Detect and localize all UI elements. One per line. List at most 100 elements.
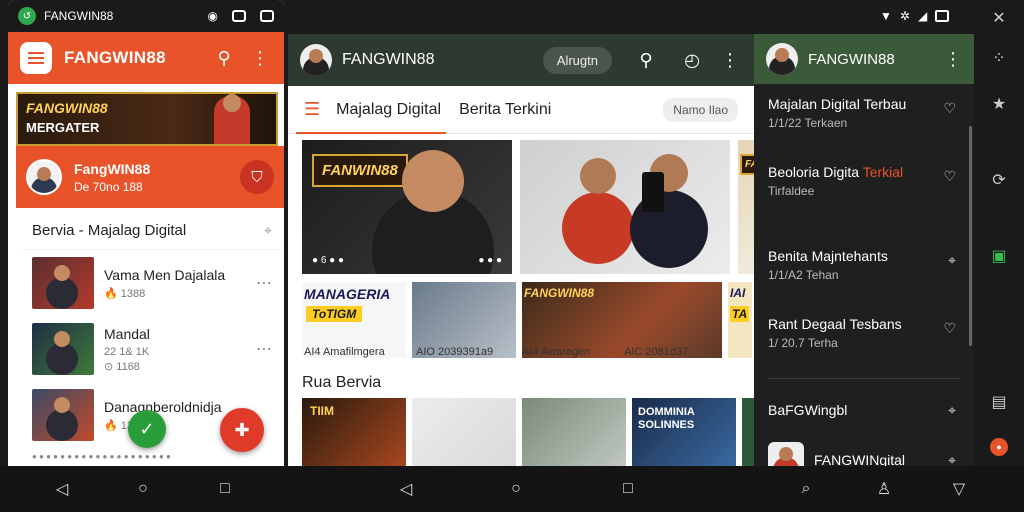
drawer-item[interactable]: Rant Degaal Tesbans 1/ 20.7 Terha ♡ [754, 304, 974, 372]
drawer-item-title: Benita Majntehants [768, 248, 888, 264]
pin-icon[interactable]: ⌖ [264, 222, 272, 239]
featured-card[interactable]: FANWIN88 ● 6 ● ● ● ● ● [302, 140, 512, 274]
heart-icon[interactable]: ♡ [943, 320, 956, 337]
drawer-title: FANGWIN88 [808, 50, 895, 68]
list-item-stat: 🔥 1388 [104, 287, 146, 300]
heart-icon[interactable]: ♡ [943, 168, 956, 185]
drawer-item-title: Rant Degaal Tesbans [768, 316, 902, 332]
tile[interactable]: TIIM [302, 398, 406, 466]
list-item-title: Mandal [104, 325, 150, 342]
drawer-row[interactable]: BaFGWingbl ⌖ [754, 385, 974, 435]
drawer-item-subtitle: 1/1/A2 Tehan [768, 268, 839, 282]
rotate-icon[interactable]: ⟳ [987, 168, 1011, 192]
record-icon[interactable]: ● [990, 438, 1008, 456]
close-icon[interactable]: ✕ [987, 6, 1011, 30]
featured-row: FANWIN88 ● 6 ● ● ● ● ● FANW [302, 140, 754, 274]
profile-text: FangWIN88 De 70no 188 [74, 161, 240, 194]
mini-caption: AIC 2081d37 [624, 346, 689, 358]
pin-icon[interactable]: ⌖ [948, 452, 956, 467]
main-title: FANGWIN88 [342, 51, 435, 68]
mini-card-title: MANAGERIA [304, 286, 391, 302]
tab-bar: ☰ Majalag Digital Berita Terkini Namo Il… [288, 86, 754, 134]
tile[interactable] [412, 398, 516, 466]
list-header: Bervia - Majalag Digital ⌖ [22, 208, 282, 250]
compass-icon[interactable]: ◴ [680, 48, 704, 72]
search-pill[interactable]: Namo Ilao [663, 97, 738, 122]
avatar[interactable] [766, 43, 798, 75]
mini-card[interactable]: IAI TA [728, 282, 752, 358]
list-item[interactable]: Vama Men Dajalala 🔥 1388 ⋯ [22, 250, 282, 316]
person-icon[interactable]: ♙ [872, 477, 896, 501]
more-horiz-icon[interactable]: ⋯ [256, 273, 272, 293]
tile[interactable] [522, 398, 626, 466]
back-icon[interactable]: ◁ [50, 477, 74, 501]
recents-icon[interactable]: □ [213, 477, 237, 501]
shield-icon[interactable]: ⛉ [240, 160, 274, 194]
profile-card[interactable]: FangWIN88 De 70no 188 ⛉ [16, 146, 284, 208]
list-item[interactable]: Mandal 22 1& 1K ⊙ 1168 ⋯ [22, 316, 282, 382]
screenshot-icon[interactable]: ▣ [987, 244, 1011, 268]
tile-label: TIIM [310, 404, 334, 418]
more-vert-icon[interactable]: ⋮ [944, 49, 962, 70]
check-fab-button[interactable]: ✓ [128, 410, 166, 448]
profile-name: FangWIN88 [74, 160, 151, 177]
mini-caption: AI4 Amafilmgera [304, 346, 385, 358]
more-horiz-icon[interactable]: ● ● ● [478, 255, 502, 266]
promo-banner[interactable]: FANGWIN88 MERGATER [16, 92, 278, 146]
tab-majalah-digital[interactable]: Majalag Digital [336, 101, 441, 119]
mini-card-title: IAI [730, 286, 746, 300]
banner-title: FANGWIN88 [26, 100, 108, 116]
search-icon[interactable]: ⚲ [212, 46, 236, 70]
search-icon[interactable]: ⚲ [634, 48, 658, 72]
heart-icon[interactable]: ♡ [943, 100, 956, 117]
pin-icon[interactable]: ⌖ [948, 402, 956, 419]
system-status: ▼ ✲ ◢ [880, 6, 970, 26]
thumbnail-image [32, 323, 94, 375]
app-header: FANGWIN88 ⚲ ⋮ [8, 32, 284, 84]
drawer-item[interactable]: Majalan Digital Terbau 1/1/22 Terkaen ♡ [754, 84, 974, 152]
drawer-row[interactable]: FANGWINgital ⌖ [754, 435, 974, 466]
more-vert-icon[interactable]: ⋮ [718, 48, 742, 72]
featured-card[interactable]: FANW [738, 140, 754, 274]
featured-card[interactable] [520, 140, 730, 274]
menu-icon[interactable] [20, 42, 52, 74]
login-button[interactable]: Alrugtn [542, 46, 612, 74]
list-title: Bervia - Majalag Digital [32, 222, 187, 239]
home-icon[interactable]: ○ [131, 477, 155, 501]
tile[interactable] [742, 398, 754, 466]
mini-caption: AI4 Awaregen [522, 346, 591, 358]
hamburger-icon[interactable]: ☰ [304, 99, 320, 120]
drawer-item[interactable]: Benita Majntehants 1/1/A2 Tehan ⌖ [754, 236, 974, 304]
app-title: FANGWIN88 [64, 48, 166, 67]
grid-icon[interactable]: ⁘ [987, 46, 1011, 70]
pin-icon[interactable]: ⌖ [948, 252, 956, 269]
more-horiz-icon[interactable]: ⋯ [256, 339, 272, 359]
bone-fab-button[interactable]: ✚ [220, 408, 264, 452]
back-icon[interactable]: ◁ [394, 477, 418, 501]
avatar [768, 442, 804, 466]
drawer-row-label: BaFGWingbl [768, 402, 848, 418]
avatar[interactable] [300, 44, 332, 76]
home-icon[interactable]: ○ [504, 477, 528, 501]
status-app-title: FANGWIN88 [44, 9, 114, 23]
more-vert-icon[interactable]: ⋮ [248, 46, 272, 70]
phone-image [642, 172, 664, 212]
scrollbar[interactable] [969, 126, 972, 346]
tile[interactable]: DOMMINIA SOLINNES [632, 398, 736, 466]
drawer-item-title: Majalan Digital Terbau [768, 96, 907, 112]
drawer-item[interactable]: Beoloria Digita Terkial Tirfaldee ♡ [754, 152, 974, 236]
star-icon[interactable]: ★ [987, 92, 1011, 116]
screen: ↺ FANGWIN88 ◉ FANGWIN88 ⚲ ⋮ FANGWIN88 ME… [0, 0, 1024, 512]
hide-keyboard-icon[interactable]: ▽ [947, 477, 971, 501]
cast-icon [232, 10, 246, 22]
drawer-item-subtitle: 1/1/22 Terkaen [768, 116, 848, 130]
recents-icon[interactable]: □ [616, 477, 640, 501]
mini-card-badge: TA [730, 306, 750, 322]
list-item-stat: 22 1& 1K [104, 345, 150, 358]
section-title: Rua Bervia [302, 374, 382, 391]
drawer-header: FANGWIN88 ⋮ [754, 34, 974, 84]
search-icon[interactable]: ⌕ [794, 477, 818, 501]
bag-icon[interactable]: ▤ [987, 390, 1011, 414]
avatar [26, 159, 62, 195]
tab-berita-terkini[interactable]: Berita Terkini [459, 101, 551, 119]
